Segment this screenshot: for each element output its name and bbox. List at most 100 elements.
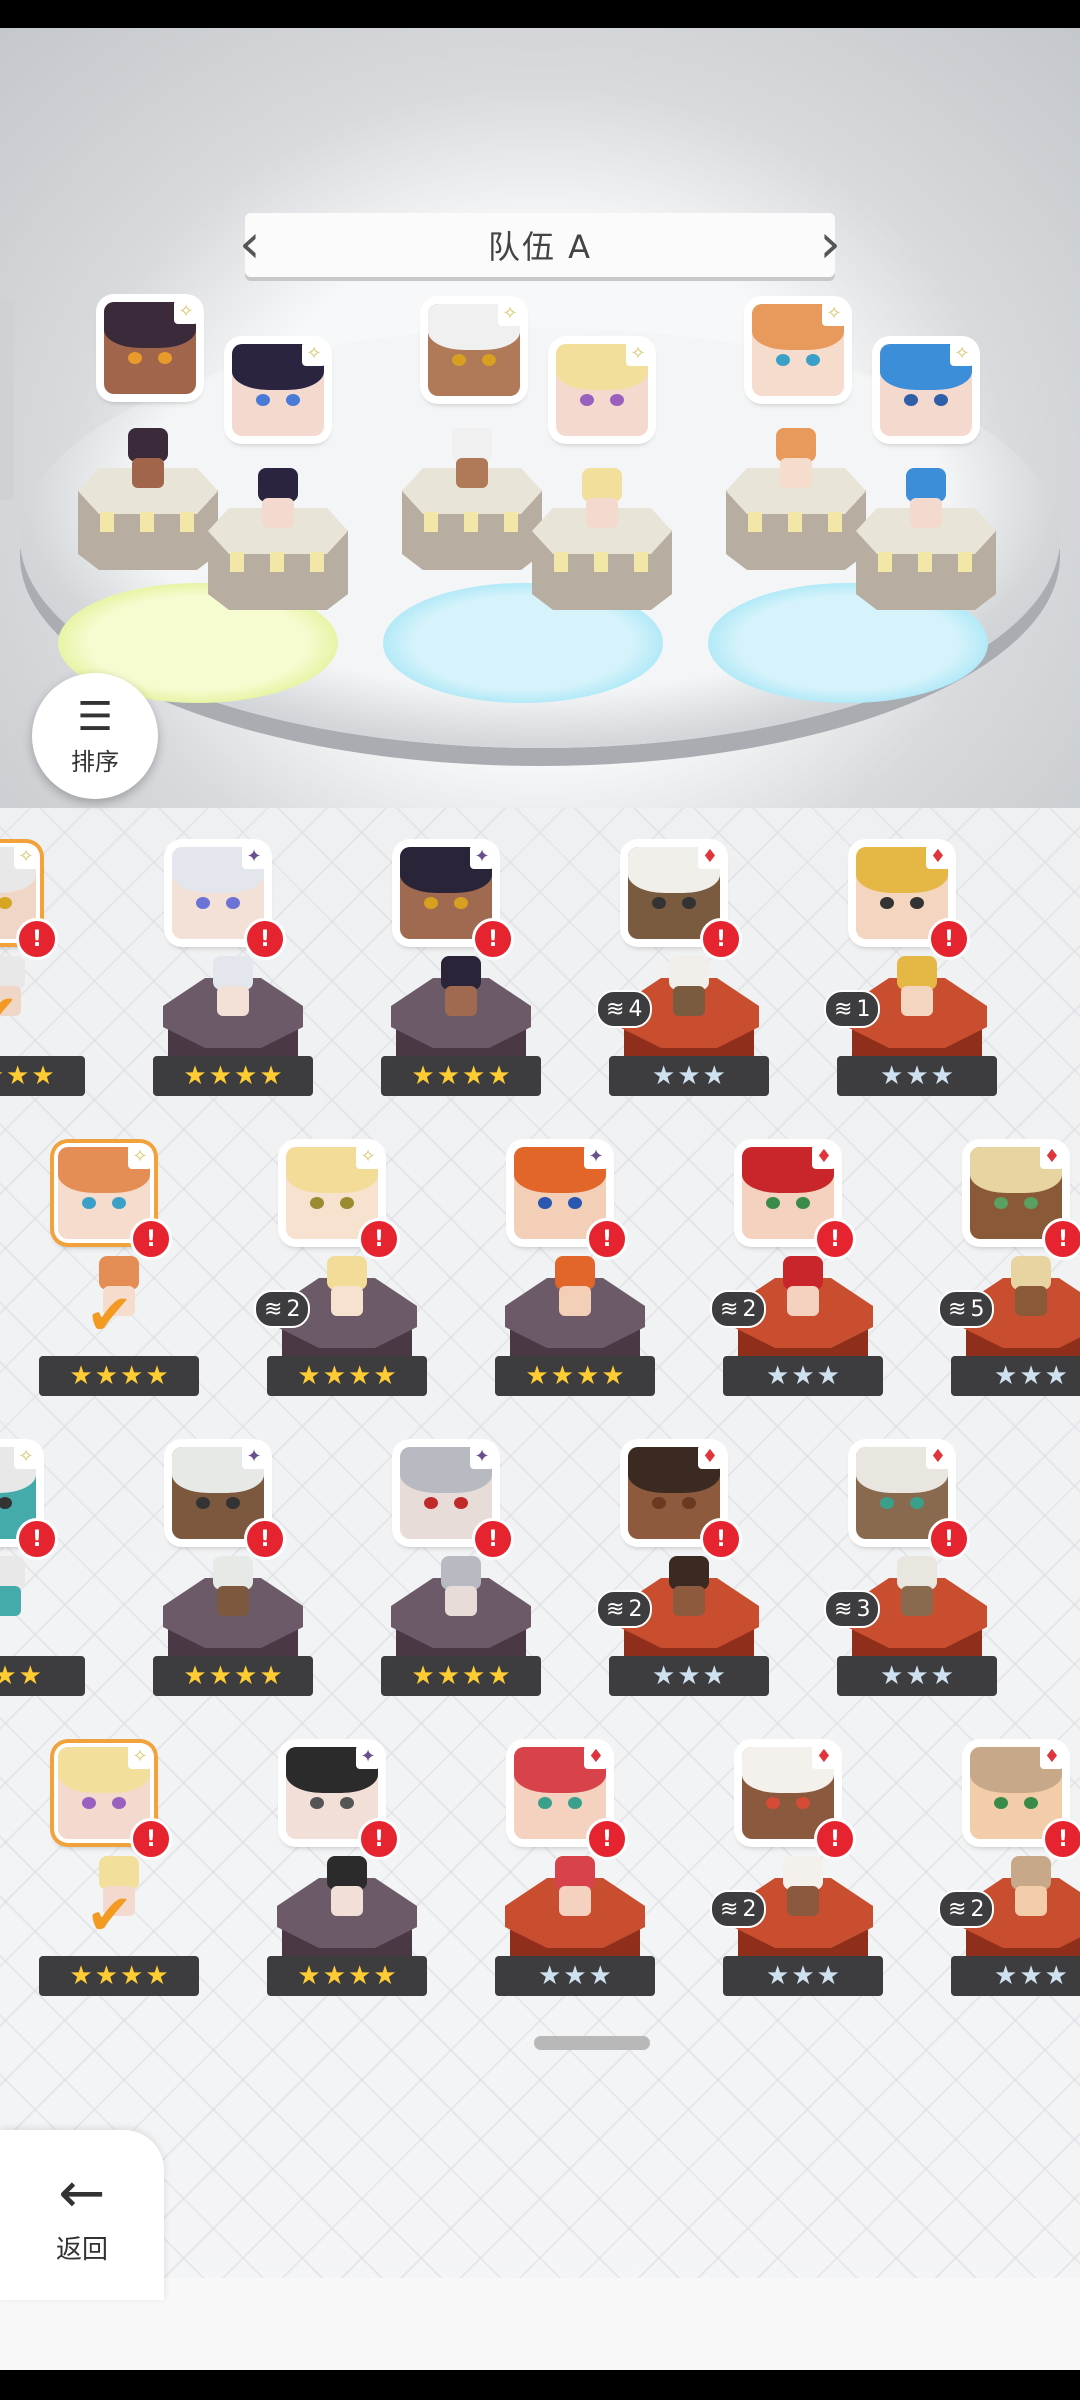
hero-card[interactable]: ♦! ★ ★ ★ ≋ 2 <box>938 1718 1080 2008</box>
hero-card[interactable]: ✦! ★ ★ ★ ★ <box>148 818 318 1108</box>
hero-eye <box>196 1497 210 1509</box>
hero-card[interactable]: ✦! ★ ★ ★ ★ <box>376 1418 546 1708</box>
star-element-icon: ✧ <box>356 1145 380 1169</box>
hero-card[interactable]: ♦! ★ ★ ★ ≋ 4 <box>596 818 774 1108</box>
hero-eye <box>538 1797 552 1809</box>
star-icon: ★ <box>234 1061 258 1091</box>
star-icon: ★ <box>905 1661 929 1691</box>
star-icon: ★ <box>816 1961 840 1991</box>
sprite-head <box>669 1556 709 1590</box>
hero-card[interactable]: ♦! ★ ★ ★ ≋ 1 <box>824 818 1002 1108</box>
hero-card[interactable]: ✦! ★ ★ ★ ★ <box>376 818 546 1108</box>
sprite-head <box>555 1256 595 1290</box>
hero-sprite <box>250 468 306 532</box>
hero-eye <box>112 1797 126 1809</box>
duplicate-count: 2 <box>970 1896 985 1922</box>
hero-card[interactable]: ♦! ★ ★ ★ ≋ 5 <box>938 1118 1080 1408</box>
diamond-element-icon: ♦ <box>1040 1145 1064 1169</box>
hero-eye <box>652 1497 666 1509</box>
star-rating: ★★★★ <box>153 1056 313 1096</box>
team-slot-hero[interactable]: ✧ <box>876 340 976 440</box>
star-rating: ★★★★ <box>267 1356 427 1396</box>
sprite-body <box>445 986 477 1016</box>
chevron-right-icon[interactable]: › <box>819 217 841 271</box>
star-element-icon: ✧ <box>302 342 326 366</box>
star-icon: ★ <box>816 1361 840 1391</box>
sprite-head <box>441 1556 481 1590</box>
back-label: 返回 <box>55 2234 108 2265</box>
pedestal-window <box>230 552 244 572</box>
alert-icon: ! <box>814 1818 856 1860</box>
hero-eye <box>766 1797 780 1809</box>
hero-card[interactable]: ♦! ★ ★ ★ <box>490 1718 660 2008</box>
sprite-body <box>901 986 933 1016</box>
pedestal-window <box>634 552 648 572</box>
sprite-body <box>331 1886 363 1916</box>
hero-eye <box>286 394 300 406</box>
hero-card[interactable]: ✧!✔★★★★ <box>0 818 90 1108</box>
star-rating: ★★★ <box>951 1956 1080 1996</box>
sprite-body <box>217 1586 249 1616</box>
hero-sprite <box>775 1256 831 1320</box>
alert-icon: ! <box>928 918 970 960</box>
hero-eye <box>226 1497 240 1509</box>
back-button[interactable]: ← 返回 <box>0 2130 164 2300</box>
hero-card[interactable]: ✧!✔★★★★ <box>34 1718 204 2008</box>
star-rating: ★★★★ <box>153 1656 313 1696</box>
sprite-head <box>1011 1856 1051 1890</box>
pedestal-window <box>788 512 802 532</box>
sprite-body <box>901 1586 933 1616</box>
star-rating: ★★★★ <box>39 1356 199 1396</box>
hero-card[interactable]: ♦! ★ ★ ★ ≋ 2 <box>710 1118 888 1408</box>
hero-card[interactable]: ✦! ★ ★ ★ ★ <box>148 1418 318 1708</box>
star-icon: ★ <box>411 1061 435 1091</box>
hero-sprite <box>574 468 630 532</box>
hero-eye <box>568 1797 582 1809</box>
hero-eye <box>1024 1197 1038 1209</box>
hero-eye <box>340 1197 354 1209</box>
duplicate-count: 1 <box>856 996 871 1022</box>
hero-card[interactable]: ✧! ★★★ <box>0 1418 90 1708</box>
star-icon: ★ <box>322 1361 346 1391</box>
star-element-icon: ✧ <box>626 342 650 366</box>
star-icon: ★ <box>576 1361 600 1391</box>
star-icon: ★ <box>930 1061 954 1091</box>
layers-icon: ≋ <box>948 1296 967 1322</box>
duplicate-count-badge: ≋ 2 <box>596 1590 653 1628</box>
hero-sprite <box>319 1256 375 1320</box>
sprite-body <box>910 498 942 528</box>
team-slot-hero[interactable]: ✧ <box>552 340 652 440</box>
alert-icon: ! <box>586 1818 628 1860</box>
hero-card[interactable]: ✦! ★ ★ ★ ★ <box>262 1718 432 2008</box>
sprite-body <box>132 458 164 488</box>
hero-card[interactable]: ♦! ★ ★ ★ ≋ 3 <box>824 1418 1002 1708</box>
star-icon: ★ <box>563 1961 587 1991</box>
hero-card[interactable]: ✧! ★ ★ ★ ★ ≋ 2 <box>254 1118 432 1408</box>
pedestal-window <box>828 512 842 532</box>
chevron-left-icon[interactable]: ‹ <box>239 217 261 271</box>
hero-card[interactable]: ♦! ★ ★ ★ ≋ 2 <box>710 1718 888 2008</box>
hero-card[interactable]: ✦! ★ ★ ★ ★ <box>490 1118 660 1408</box>
alert-icon: ! <box>1042 1818 1080 1860</box>
star-icon: ★ <box>6 1061 30 1091</box>
hero-card[interactable]: ♦! ★ ★ ★ ≋ 2 <box>596 1418 774 1708</box>
star-icon: ★ <box>994 1961 1018 1991</box>
hero-eye <box>454 897 468 909</box>
sprite-body <box>780 458 812 488</box>
team-slot-hero[interactable]: ✧ <box>100 298 200 398</box>
hero-sprite <box>547 1856 603 1920</box>
layers-icon: ≋ <box>834 1596 853 1622</box>
team-slot-hero[interactable]: ✧ <box>424 300 524 400</box>
diamond-element-icon: ♦ <box>584 1745 608 1769</box>
team-slot-hero[interactable]: ✧ <box>748 300 848 400</box>
star-icon: ★ <box>436 1061 460 1091</box>
alert-icon: ! <box>472 918 514 960</box>
sort-button[interactable]: ☰ 排序 <box>32 673 158 799</box>
side-drawer-handle[interactable] <box>0 300 14 500</box>
star-icon: ★ <box>1019 1361 1043 1391</box>
game-screen: ‹ 队伍 A › ✧✧✧✧✧✧ ☰ 排序 ✧!✔★★★★✦!★★★★✦!★★★★… <box>0 28 1080 2370</box>
scroll-handle[interactable] <box>534 2036 650 2050</box>
hero-eye <box>1024 1797 1038 1809</box>
team-slot-hero[interactable]: ✧ <box>228 340 328 440</box>
hero-card[interactable]: ✧!✔★★★★ <box>34 1118 204 1408</box>
